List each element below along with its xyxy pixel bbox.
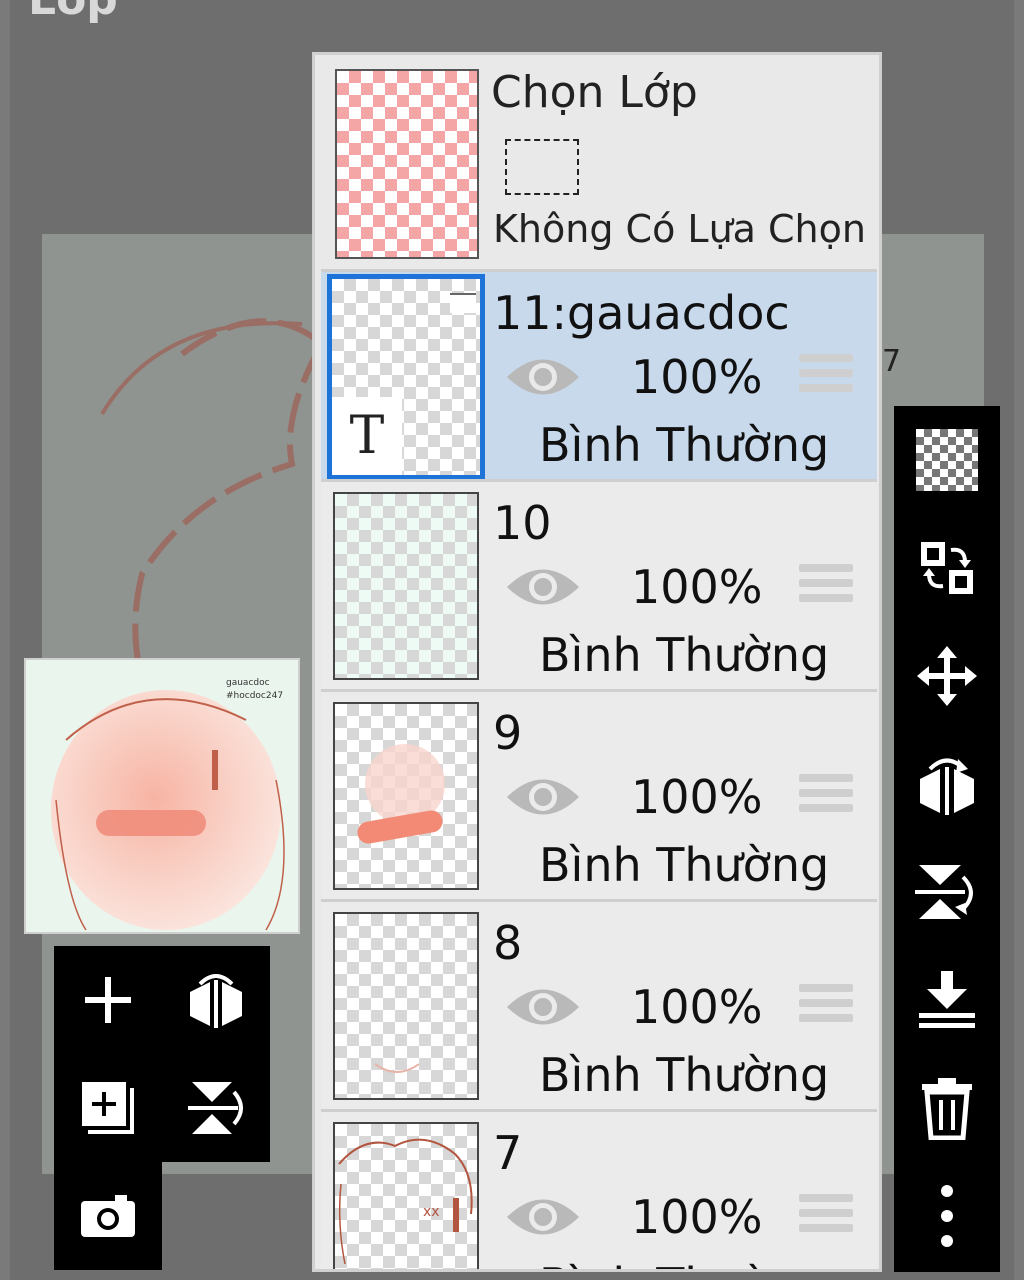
transparency-button[interactable] [894, 406, 1000, 514]
selection-layer-row[interactable]: Chọn Lớp Không Có Lựa Chọn [315, 55, 879, 269]
layer-name: 10 [493, 496, 552, 550]
thumb-line [374, 1063, 420, 1073]
layer-opacity[interactable]: 100% [631, 350, 763, 404]
flip-horizontal-icon [190, 974, 242, 1028]
selection-thumbnail [335, 69, 479, 259]
layer-opacity[interactable]: 100% [631, 980, 763, 1034]
selection-title: Chọn Lớp [491, 67, 698, 118]
layer-name: 11:gauacdoc [493, 286, 790, 340]
merge-down-button[interactable] [894, 946, 1000, 1054]
duplicate-layer-button[interactable] [54, 1054, 162, 1162]
canvas-preview[interactable]: gauacdoc #hocdoc247 [24, 658, 300, 934]
layer-row-11[interactable]: T 11:gauacdoc 100% Bình Thường [321, 269, 877, 480]
flip-vertical-icon [915, 865, 973, 919]
merge-down-icon [919, 971, 975, 1028]
delete-icon [922, 1078, 972, 1140]
drag-handle-icon[interactable] [799, 774, 853, 820]
left-toolbar [54, 946, 270, 1162]
flip-horizontal-icon [920, 758, 974, 815]
flip-vertical-button[interactable] [162, 1054, 270, 1162]
visibility-eye-icon[interactable] [505, 982, 581, 1032]
thumb-sketch: xx [338, 1138, 473, 1265]
delete-layer-button[interactable] [894, 1054, 1000, 1162]
text-layer-glyph: T [332, 397, 402, 475]
layer-row-9[interactable]: 9 100% Bình Thường [321, 689, 877, 899]
layer-thumbnail [333, 702, 479, 890]
layer-row-10[interactable]: 10 100% Bình Thường [321, 479, 877, 689]
preview-text-2: #hocdoc247 [226, 691, 284, 701]
camera-icon [81, 1195, 135, 1237]
layer-opacity[interactable]: 100% [631, 770, 763, 824]
flip-horizontal-button[interactable] [162, 946, 270, 1054]
visibility-eye-icon[interactable] [505, 772, 581, 822]
blend-mode[interactable]: Bình Thường [539, 418, 829, 472]
layer-opacity[interactable]: 100% [631, 560, 763, 614]
layer-name: 7 [493, 1126, 523, 1180]
blend-mode[interactable]: Bình Thường [539, 1048, 829, 1102]
swap-layer-icon [921, 542, 973, 594]
move-icon [917, 646, 977, 706]
layer-name: 9 [493, 706, 523, 760]
duplicate-layer-icon [82, 1082, 134, 1134]
more-icon [941, 1185, 953, 1247]
window-frame-left [0, 0, 10, 1280]
drag-handle-icon[interactable] [799, 354, 853, 400]
visibility-eye-icon[interactable] [505, 562, 581, 612]
selection-marquee-icon [505, 139, 579, 195]
more-options-button[interactable] [894, 1162, 1000, 1270]
svg-text:xx: xx [423, 1204, 440, 1220]
layer-name: 8 [493, 916, 523, 970]
add-layer-button[interactable] [54, 946, 162, 1054]
thumb-text-mark [450, 293, 476, 313]
preview-text-1: gauacdoc [226, 678, 270, 688]
camera-button[interactable] [54, 1162, 162, 1270]
layer-thumbnail: xx [333, 1122, 479, 1269]
drag-handle-icon[interactable] [799, 984, 853, 1030]
blend-mode[interactable]: Bình Thường [539, 628, 829, 682]
swap-layer-button[interactable] [894, 514, 1000, 622]
layer-thumbnail [333, 492, 479, 680]
drag-handle-icon[interactable] [799, 1194, 853, 1240]
flip-vertical-icon [188, 1082, 243, 1134]
layer-opacity[interactable]: 100% [631, 1190, 763, 1244]
canvas-text-fragment: 7 [882, 344, 902, 379]
visibility-eye-icon[interactable] [505, 352, 581, 402]
drag-handle-icon[interactable] [799, 564, 853, 610]
right-toolbar [894, 406, 1000, 1272]
layer-panel: Chọn Lớp Không Có Lựa Chọn T 11:gauacdoc… [312, 52, 882, 1272]
layer-thumbnail: T [327, 274, 485, 480]
selection-status: Không Có Lựa Chọn [493, 207, 866, 251]
flip-horizontal-button[interactable] [894, 730, 1000, 838]
blend-mode[interactable]: Bình Thường [539, 838, 829, 892]
flip-vertical-button[interactable] [894, 838, 1000, 946]
layer-thumbnail [333, 912, 479, 1100]
left-toolbar-camera [54, 1162, 162, 1270]
page-title: Lớp [28, 0, 118, 22]
visibility-eye-icon[interactable] [505, 1192, 581, 1242]
layer-row-8[interactable]: 8 100% Bình Thường [321, 899, 877, 1109]
transparency-icon [916, 429, 978, 491]
move-button[interactable] [894, 622, 1000, 730]
blend-mode[interactable]: Bình Thường [539, 1258, 829, 1269]
add-layer-icon [85, 977, 131, 1023]
layer-row-7[interactable]: xx 7 100% Bình Thường [321, 1109, 877, 1269]
window-frame-right [1014, 0, 1024, 1280]
